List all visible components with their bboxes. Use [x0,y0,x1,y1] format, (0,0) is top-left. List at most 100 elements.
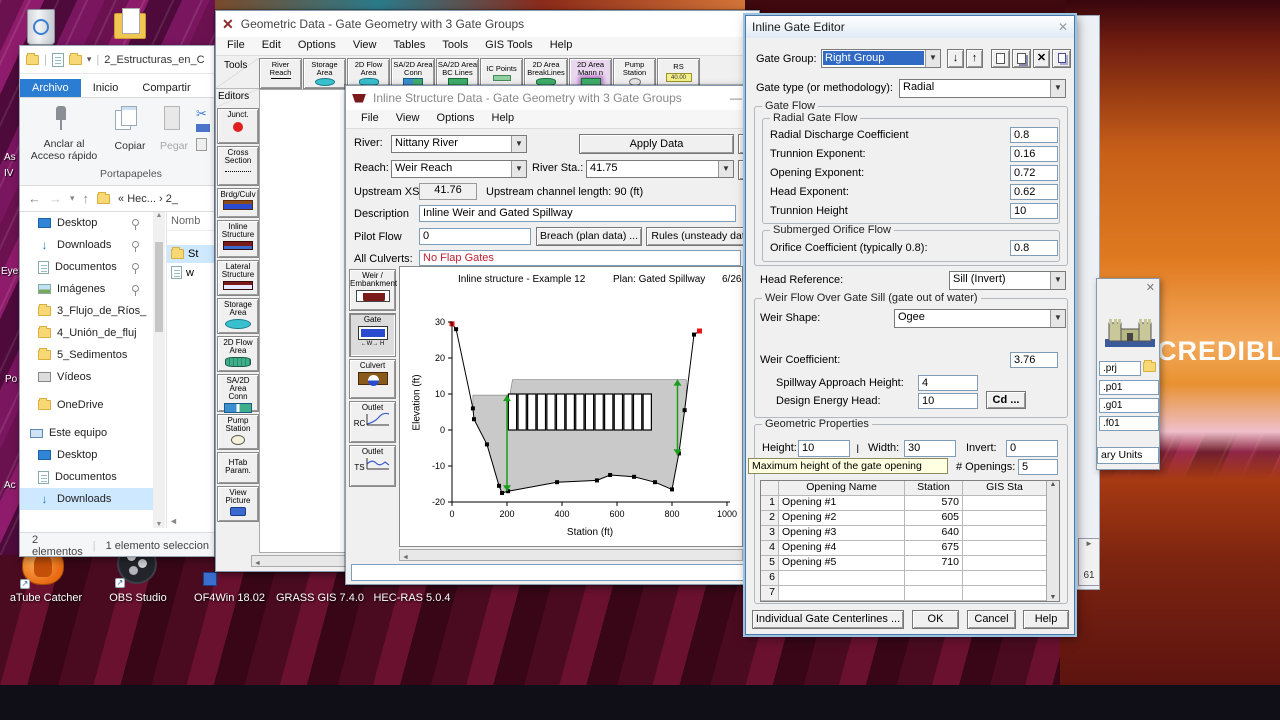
menu-edit[interactable]: Edit [255,37,288,53]
invert-field[interactable]: 0 [1006,440,1058,457]
column-header-name[interactable]: Nomb [167,212,214,231]
editor-lateral-structure[interactable]: Lateral Structure [217,260,259,296]
gate-group-select[interactable]: Right Group ▼ [821,49,941,68]
scroll-down-icon[interactable]: ▼ [1047,594,1059,601]
help-button[interactable]: Help [1023,610,1069,629]
geometric-titlebar[interactable]: ✕ Geometric Data - Gate Geometry with 3 … [216,11,759,37]
weir-embankment-button[interactable]: Weir / Embankment [349,269,397,311]
back-button[interactable]: ← [28,191,41,206]
geometry-file-field[interactable]: .g01 [1099,398,1159,413]
project-file-field[interactable]: .prj [1099,361,1141,376]
trunnion-height-field[interactable]: 10 [1010,203,1058,219]
table-row[interactable]: 5 Opening #5 710 [761,556,1059,571]
pin-quick-access-label[interactable]: Anclar al Acceso rápido [24,138,104,162]
up-button[interactable]: ↑ [83,191,90,206]
scroll-up-icon[interactable]: ▲ [153,212,165,219]
properties-check-icon[interactable] [51,52,64,67]
outlet-rc-button[interactable]: Outlet RC [349,401,396,443]
chevron-down-icon[interactable]: ▼ [1050,80,1065,97]
editor-view-picture[interactable]: View Picture [217,486,259,522]
description-field[interactable]: Inline Weir and Gated Spillway [419,205,736,222]
sidebar-item-documentos[interactable]: Documentos [20,256,153,278]
sidebar-item-downloads[interactable]: ↓ Downloads [20,234,153,256]
gate-group-up-button[interactable]: ↑ [966,49,983,68]
gate-type-select[interactable]: Radial ▼ [899,79,1066,98]
rename-gate-group-button[interactable] [1012,49,1031,68]
paste-icon[interactable] [162,106,184,134]
menu-view[interactable]: View [346,37,384,53]
table-row[interactable]: 6 [761,571,1059,586]
table-row[interactable]: 4 Opening #4 675 [761,541,1059,556]
river-sta-select[interactable]: 41.75 ▼ [586,160,734,178]
outlet-ts-button[interactable]: Outlet TS [349,445,396,487]
of4win-icon[interactable] [203,572,217,586]
chevron-down-icon[interactable]: ▼ [1050,272,1065,289]
editor-cross-section[interactable]: Cross Section [217,146,259,186]
sidebar-item-onedrive[interactable]: OneDrive [20,394,153,416]
chevron-down-icon[interactable]: ▼ [511,161,526,177]
flow-file-field[interactable]: .f01 [1099,416,1159,431]
editor-2d-flow-area[interactable]: 2D Flow Area [217,336,259,372]
sidebar-item-desktop2[interactable]: Desktop [20,444,153,466]
scroll-left-icon[interactable]: ◄ [400,554,409,561]
recent-locations-chevron-icon[interactable]: ▾ [70,193,75,204]
open-folder-button[interactable] [1143,359,1159,375]
col-header-gis-sta[interactable]: GIS Sta [963,481,1047,496]
desktop-folder-icon[interactable] [112,5,150,47]
pin-quick-access-icon[interactable] [50,106,72,132]
menu-options[interactable]: Options [291,37,343,53]
inline-structure-titlebar[interactable]: Inline Structure Data - Gate Geometry wi… [346,86,756,110]
copy-label[interactable]: Copiar [108,140,152,152]
toolbar-river-reach[interactable]: River Reach [259,58,302,89]
cancel-button[interactable]: Cancel [967,610,1016,629]
scroll-up-icon[interactable]: ▲ [1047,481,1059,488]
spillway-approach-field[interactable]: 4 [918,375,978,391]
menu-gis-tools[interactable]: GIS Tools [478,37,540,53]
menu-file[interactable]: File [220,37,252,53]
file-item-folder[interactable]: St [167,245,214,263]
sidebar-item-downloads-selected[interactable]: ↓ Downloads [20,488,153,510]
close-icon[interactable]: ✕ [1058,20,1068,34]
tab-archivo[interactable]: Archivo [20,79,81,97]
sidebar-item-desktop[interactable]: Desktop [20,212,153,234]
openings-field[interactable]: 5 [1018,459,1058,475]
gate-group-down-button[interactable]: ↓ [947,49,964,68]
sidebar-scrollbar[interactable]: ▲ ▼ [153,212,165,528]
river-select[interactable]: Nittany River ▼ [391,135,527,153]
menu-help[interactable]: Help [485,110,522,126]
width-field[interactable]: 30 [904,440,956,457]
tab-inicio[interactable]: Inicio [81,79,131,97]
close-icon[interactable]: ✕ [1146,281,1155,294]
new-folder-icon[interactable] [68,52,82,65]
plot-hscrollbar[interactable]: ◄ [399,549,743,561]
trunnion-exponent-field[interactable]: 0.16 [1010,146,1058,162]
editor-inline-structure[interactable]: Inline Structure [217,220,259,258]
menu-tools[interactable]: Tools [435,37,475,53]
cut-icon[interactable]: ✂ [196,106,207,122]
editor-junction[interactable]: Junct. [217,108,259,144]
height-field[interactable]: 10 [798,440,850,457]
menu-view[interactable]: View [389,110,427,126]
design-energy-field[interactable]: 10 [918,393,978,409]
culvert-button[interactable]: Culvert [349,359,396,399]
rules-button[interactable]: Rules (unsteady data [646,227,756,246]
editor-htab-param[interactable]: HTab Param. [217,452,259,484]
chevron-down-icon[interactable]: ▼ [718,161,733,177]
file-item-doc[interactable]: w [167,263,214,282]
table-row[interactable]: 7 [761,586,1059,601]
sidebar-item-folder[interactable]: 4_Unión_de_fluj [20,322,153,344]
orifice-coefficient-field[interactable]: 0.8 [1010,240,1058,256]
forward-button[interactable]: → [49,191,62,206]
geometric-hscrollbar[interactable]: ◄ [251,555,351,567]
sidebar-item-imagenes[interactable]: Imágenes [20,278,153,300]
chevron-down-icon[interactable]: ▼ [1050,310,1065,327]
sidebar-item-documentos2[interactable]: Documentos [20,466,153,488]
table-row[interactable]: 1 Opening #1 570 [761,496,1059,511]
hscroll-left-icon[interactable]: ◄ [169,516,178,526]
table-scrollbar[interactable]: ▲ ▼ [1046,481,1059,601]
sidebar-item-folder[interactable]: 5_Sedimentos [20,344,153,366]
editor-pump-station[interactable]: Pump Station [217,414,259,450]
scroll-right-icon[interactable]: ► [1079,539,1099,548]
clipboard-small-icon[interactable] [196,138,207,151]
chevron-down-icon[interactable]: ▼ [925,50,940,67]
